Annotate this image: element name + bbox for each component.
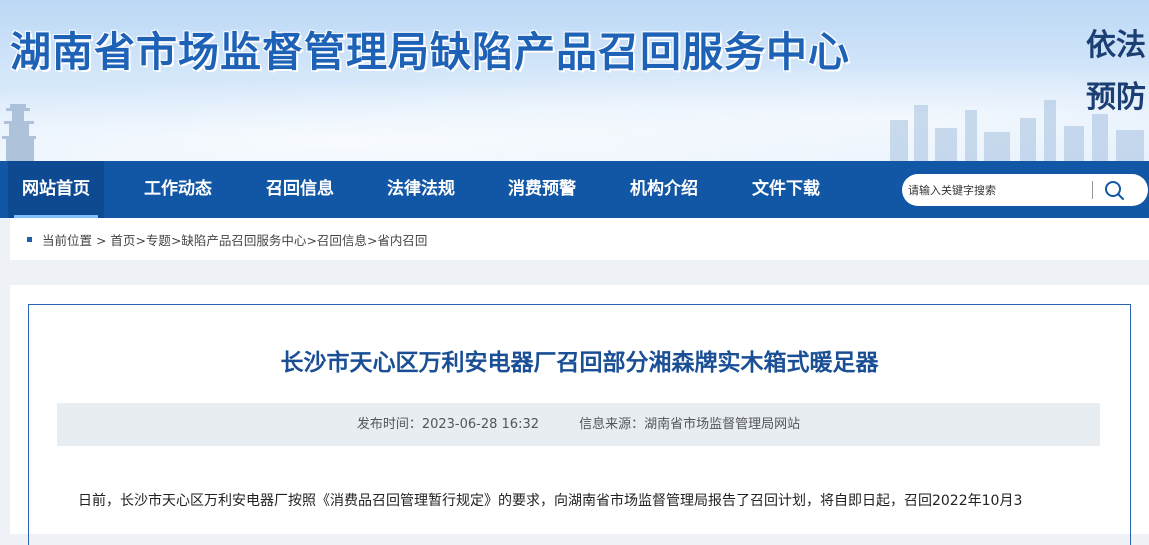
nav-item-consumer-alerts[interactable]: 消费预警: [494, 161, 590, 218]
search-box: [902, 174, 1148, 206]
nav-item-downloads[interactable]: 文件下载: [738, 161, 834, 218]
breadcrumb-recall-info[interactable]: 召回信息: [317, 233, 367, 248]
breadcrumb-separator: >: [135, 233, 146, 248]
publish-time: 发布时间：2023-06-28 16:32: [356, 417, 539, 432]
slogan-line-2: 预防: [1086, 80, 1146, 115]
slogan-line-1: 依法: [1086, 28, 1146, 63]
site-title: 湖南省市场监督管理局缺陷产品召回服务中心: [10, 28, 850, 76]
info-source: 信息来源：湖南省市场监督管理局网站: [579, 417, 801, 432]
nav-item-work-news[interactable]: 工作动态: [130, 161, 226, 218]
pagoda-illustration: [2, 104, 36, 161]
breadcrumb-home[interactable]: 首页: [110, 233, 135, 248]
breadcrumb-separator: >: [306, 233, 317, 248]
breadcrumb-separator: >: [170, 233, 182, 248]
search-button[interactable]: [1102, 178, 1128, 202]
article-meta: 发布时间：2023-06-28 16:32 信息来源：湖南省市场监督管理局网站: [57, 403, 1100, 446]
breadcrumb-separator: >: [366, 233, 378, 248]
breadcrumb-trail: 当前位置 > 首页>专题>缺陷产品召回服务中心>召回信息>省内召回: [42, 230, 427, 249]
breadcrumb-topics[interactable]: 专题: [146, 233, 171, 248]
search-icon: [1105, 181, 1124, 200]
search-input[interactable]: [908, 178, 1088, 202]
article-title: 长沙市天心区万利安电器厂召回部分湘森牌实木箱式暖足器: [280, 350, 879, 376]
nav-item-recall-info[interactable]: 召回信息: [252, 161, 348, 218]
article-container: 长沙市天心区万利安电器厂召回部分湘森牌实木箱式暖足器 发布时间：2023-06-…: [10, 285, 1149, 545]
nav-item-home[interactable]: 网站首页: [8, 161, 104, 218]
search-divider: [1092, 181, 1093, 199]
nav-item-about[interactable]: 机构介绍: [616, 161, 712, 218]
article-body-first-line: 日前，长沙市天心区万利安电器厂按照《消费品召回管理暂行规定》的要求，向湖南省市场…: [78, 493, 1023, 509]
header-banner: 湖南省市场监督管理局缺陷产品召回服务中心 依法 预防: [0, 0, 1149, 161]
nav-item-laws[interactable]: 法律法规: [373, 161, 469, 218]
breadcrumb-provincial-recall[interactable]: 省内召回: [377, 233, 427, 248]
breadcrumb-bullet-icon: [27, 237, 32, 242]
breadcrumb: 当前位置 > 首页>专题>缺陷产品召回服务中心>召回信息>省内召回: [10, 218, 1149, 260]
breadcrumb-recall-center[interactable]: 缺陷产品召回服务中心: [181, 233, 306, 248]
breadcrumb-prefix: 当前位置 >: [42, 233, 111, 248]
